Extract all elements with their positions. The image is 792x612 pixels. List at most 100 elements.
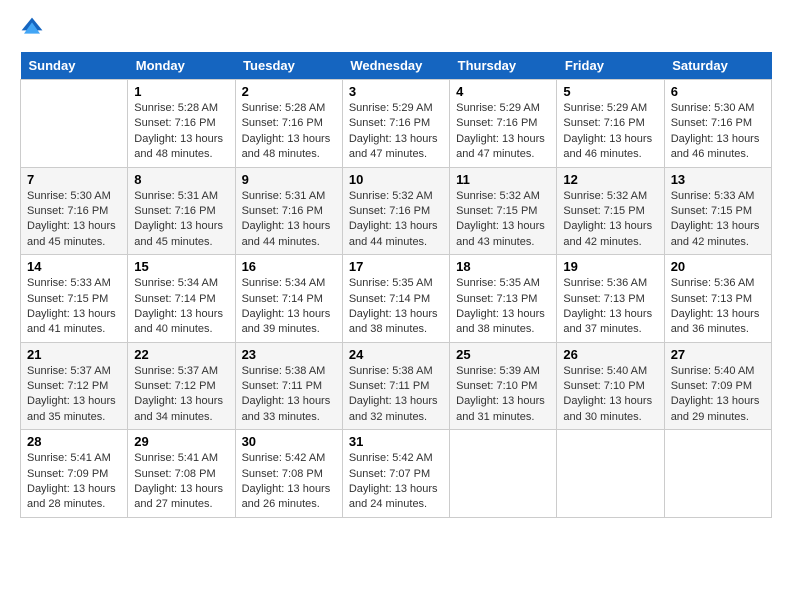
day-info: Sunrise: 5:36 AM Sunset: 7:13 PM Dayligh… xyxy=(671,276,765,338)
day-info: Sunrise: 5:41 AM Sunset: 7:08 PM Dayligh… xyxy=(134,451,228,513)
calendar-cell: 15Sunrise: 5:34 AM Sunset: 7:14 PM Dayli… xyxy=(128,255,235,343)
day-of-week-header: Saturday xyxy=(664,52,771,80)
day-info: Sunrise: 5:38 AM Sunset: 7:11 PM Dayligh… xyxy=(349,364,443,426)
calendar-cell: 13 Sunrise: 5:33 AM Sunset: 7:15 PM Dayli… xyxy=(664,167,771,255)
calendar-cell: 23 Sunrise: 5:38 AM Sunset: 7:11 PM Dayli… xyxy=(235,342,342,430)
day-number: 6 xyxy=(671,84,765,99)
day-number: 26 xyxy=(563,347,657,362)
day-info: Sunrise: 5:37 AM Sunset: 7:12 PM Dayligh… xyxy=(134,364,228,426)
day-number: 22 xyxy=(134,347,228,362)
day-number: 2 xyxy=(242,84,336,99)
calendar-cell: 1 Sunrise: 5:28 AM Sunset: 7:16 PM Daylig… xyxy=(128,80,235,168)
day-number: 27 xyxy=(671,347,765,362)
day-info: Sunrise: 5:32 AM Sunset: 7:15 PM Dayligh… xyxy=(563,189,657,251)
day-info: Sunrise: 5:37 AM Sunset: 7:12 PM Dayligh… xyxy=(27,364,121,426)
calendar-week-row: 28 Sunrise: 5:41 AM Sunset: 7:09 PM Dayli… xyxy=(21,430,772,518)
day-number: 18 xyxy=(456,259,550,274)
day-of-week-header: Friday xyxy=(557,52,664,80)
calendar-cell: 19 Sunrise: 5:36 AM Sunset: 7:13 PM Dayli… xyxy=(557,255,664,343)
day-number: 15 xyxy=(134,259,228,274)
day-info: Sunrise: 5:34 AM Sunset: 7:14 PM Dayligh… xyxy=(242,276,336,338)
day-info: Sunrise: 5:31 AM Sunset: 7:16 PM Dayligh… xyxy=(242,189,336,251)
day-number: 31 xyxy=(349,434,443,449)
calendar-week-row: 7 Sunrise: 5:30 AM Sunset: 7:16 PM Daylig… xyxy=(21,167,772,255)
calendar-cell: 9 Sunrise: 5:31 AM Sunset: 7:16 PM Daylig… xyxy=(235,167,342,255)
day-info: Sunrise: 5:29 AM Sunset: 7:16 PM Dayligh… xyxy=(349,101,443,163)
day-number: 29 xyxy=(134,434,228,449)
day-number: 9 xyxy=(242,172,336,187)
day-info: Sunrise: 5:33 AM Sunset: 7:15 PM Dayligh… xyxy=(671,189,765,251)
day-number: 24 xyxy=(349,347,443,362)
calendar-cell: 12Sunrise: 5:32 AM Sunset: 7:15 PM Dayli… xyxy=(557,167,664,255)
day-info: Sunrise: 5:32 AM Sunset: 7:16 PM Dayligh… xyxy=(349,189,443,251)
day-of-week-header: Thursday xyxy=(450,52,557,80)
logo xyxy=(20,16,48,40)
calendar-cell: 17 Sunrise: 5:35 AM Sunset: 7:14 PM Dayli… xyxy=(342,255,449,343)
day-info: Sunrise: 5:36 AM Sunset: 7:13 PM Dayligh… xyxy=(563,276,657,338)
day-info: Sunrise: 5:39 AM Sunset: 7:10 PM Dayligh… xyxy=(456,364,550,426)
day-number: 5 xyxy=(563,84,657,99)
calendar-cell: 20 Sunrise: 5:36 AM Sunset: 7:13 PM Dayli… xyxy=(664,255,771,343)
calendar-cell: 30Sunrise: 5:42 AM Sunset: 7:08 PM Dayli… xyxy=(235,430,342,518)
day-number: 19 xyxy=(563,259,657,274)
day-number: 10 xyxy=(349,172,443,187)
calendar-cell: 26 Sunrise: 5:40 AM Sunset: 7:10 PM Dayli… xyxy=(557,342,664,430)
calendar-cell: 31 Sunrise: 5:42 AM Sunset: 7:07 PM Dayli… xyxy=(342,430,449,518)
day-number: 4 xyxy=(456,84,550,99)
calendar-cell: 5 Sunrise: 5:29 AM Sunset: 7:16 PM Daylig… xyxy=(557,80,664,168)
calendar-week-row: 1 Sunrise: 5:28 AM Sunset: 7:16 PM Daylig… xyxy=(21,80,772,168)
day-info: Sunrise: 5:29 AM Sunset: 7:16 PM Dayligh… xyxy=(563,101,657,163)
page-header xyxy=(20,16,772,40)
day-number: 20 xyxy=(671,259,765,274)
day-info: Sunrise: 5:29 AM Sunset: 7:16 PM Dayligh… xyxy=(456,101,550,163)
day-info: Sunrise: 5:30 AM Sunset: 7:16 PM Dayligh… xyxy=(27,189,121,251)
calendar-cell: 24 Sunrise: 5:38 AM Sunset: 7:11 PM Dayli… xyxy=(342,342,449,430)
day-info: Sunrise: 5:28 AM Sunset: 7:16 PM Dayligh… xyxy=(134,101,228,163)
calendar-cell: 29 Sunrise: 5:41 AM Sunset: 7:08 PM Dayli… xyxy=(128,430,235,518)
day-number: 16 xyxy=(242,259,336,274)
day-info: Sunrise: 5:38 AM Sunset: 7:11 PM Dayligh… xyxy=(242,364,336,426)
calendar-cell: 2 Sunrise: 5:28 AM Sunset: 7:16 PM Daylig… xyxy=(235,80,342,168)
day-number: 17 xyxy=(349,259,443,274)
calendar-cell: 25 Sunrise: 5:39 AM Sunset: 7:10 PM Dayli… xyxy=(450,342,557,430)
calendar-cell: 18Sunrise: 5:35 AM Sunset: 7:13 PM Dayli… xyxy=(450,255,557,343)
day-info: Sunrise: 5:42 AM Sunset: 7:08 PM Dayligh… xyxy=(242,451,336,513)
day-info: Sunrise: 5:35 AM Sunset: 7:14 PM Dayligh… xyxy=(349,276,443,338)
logo-icon xyxy=(20,16,44,40)
calendar-cell: 11Sunrise: 5:32 AM Sunset: 7:15 PM Dayli… xyxy=(450,167,557,255)
calendar-cell xyxy=(21,80,128,168)
calendar-cell xyxy=(557,430,664,518)
day-number: 23 xyxy=(242,347,336,362)
calendar-cell: 28 Sunrise: 5:41 AM Sunset: 7:09 PM Dayli… xyxy=(21,430,128,518)
day-info: Sunrise: 5:31 AM Sunset: 7:16 PM Dayligh… xyxy=(134,189,228,251)
day-number: 8 xyxy=(134,172,228,187)
calendar-cell: 14Sunrise: 5:33 AM Sunset: 7:15 PM Dayli… xyxy=(21,255,128,343)
day-info: Sunrise: 5:42 AM Sunset: 7:07 PM Dayligh… xyxy=(349,451,443,513)
calendar-cell: 10 Sunrise: 5:32 AM Sunset: 7:16 PM Dayli… xyxy=(342,167,449,255)
calendar-week-row: 21 Sunrise: 5:37 AM Sunset: 7:12 PM Dayli… xyxy=(21,342,772,430)
day-number: 13 xyxy=(671,172,765,187)
calendar-table: SundayMondayTuesdayWednesdayThursdayFrid… xyxy=(20,52,772,518)
day-info: Sunrise: 5:30 AM Sunset: 7:16 PM Dayligh… xyxy=(671,101,765,163)
day-info: Sunrise: 5:40 AM Sunset: 7:09 PM Dayligh… xyxy=(671,364,765,426)
day-number: 25 xyxy=(456,347,550,362)
day-number: 21 xyxy=(27,347,121,362)
calendar-cell xyxy=(664,430,771,518)
day-info: Sunrise: 5:33 AM Sunset: 7:15 PM Dayligh… xyxy=(27,276,121,338)
calendar-cell: 4 Sunrise: 5:29 AM Sunset: 7:16 PM Daylig… xyxy=(450,80,557,168)
day-number: 7 xyxy=(27,172,121,187)
day-info: Sunrise: 5:41 AM Sunset: 7:09 PM Dayligh… xyxy=(27,451,121,513)
day-of-week-header: Wednesday xyxy=(342,52,449,80)
calendar-body: 1 Sunrise: 5:28 AM Sunset: 7:16 PM Daylig… xyxy=(21,80,772,518)
calendar-cell: 3Sunrise: 5:29 AM Sunset: 7:16 PM Daylig… xyxy=(342,80,449,168)
calendar-cell: 21 Sunrise: 5:37 AM Sunset: 7:12 PM Dayli… xyxy=(21,342,128,430)
day-number: 1 xyxy=(134,84,228,99)
calendar-cell: 7 Sunrise: 5:30 AM Sunset: 7:16 PM Daylig… xyxy=(21,167,128,255)
day-number: 11 xyxy=(456,172,550,187)
calendar-week-row: 14Sunrise: 5:33 AM Sunset: 7:15 PM Dayli… xyxy=(21,255,772,343)
calendar-cell xyxy=(450,430,557,518)
day-info: Sunrise: 5:28 AM Sunset: 7:16 PM Dayligh… xyxy=(242,101,336,163)
day-number: 28 xyxy=(27,434,121,449)
calendar-cell: 6 Sunrise: 5:30 AM Sunset: 7:16 PM Daylig… xyxy=(664,80,771,168)
day-info: Sunrise: 5:40 AM Sunset: 7:10 PM Dayligh… xyxy=(563,364,657,426)
